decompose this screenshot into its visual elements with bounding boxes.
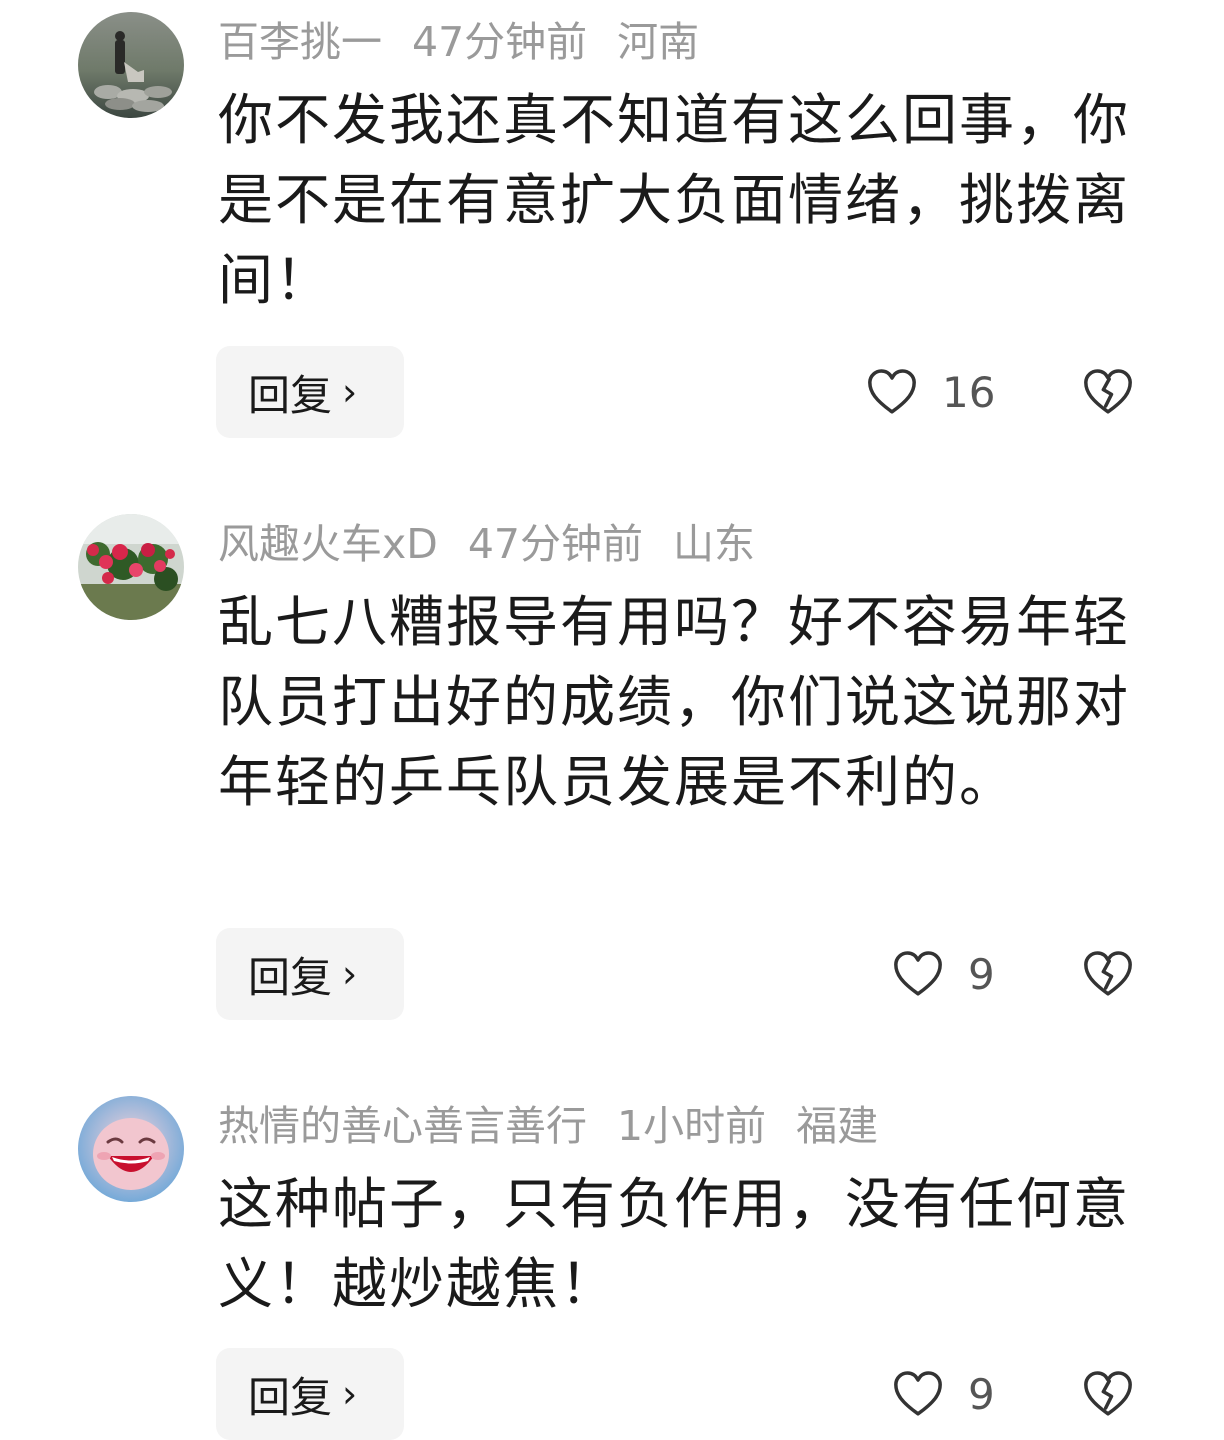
avatar[interactable] bbox=[78, 514, 184, 620]
like-button[interactable]: 9 bbox=[890, 1348, 995, 1440]
comment-item: 热情的善心善言善行 1小时前 福建 这种帖子，只有负作用，没有任何意义！越炒越焦！ … bbox=[0, 1084, 1224, 1440]
comment-item: 百李挑一 47分钟前 河南 你不发我还真不知道有这么回事，你是不是在有意扩大负面情绪… bbox=[0, 0, 1224, 460]
heart-outline-icon bbox=[868, 369, 916, 414]
comment-text: 这种帖子，只有负作用，没有任何意义！越炒越焦！ bbox=[218, 1172, 1131, 1316]
avatar-flowers-photo bbox=[78, 514, 184, 620]
reply-button[interactable]: 回复 › bbox=[216, 1348, 404, 1440]
dislike-button[interactable] bbox=[1080, 346, 1138, 438]
reply-label: 回复 bbox=[248, 952, 333, 1002]
like-count: 16 bbox=[942, 367, 996, 417]
username[interactable]: 热情的善心善言善行 bbox=[218, 1102, 587, 1150]
dislike-button[interactable] bbox=[1080, 928, 1138, 1020]
username[interactable]: 百李挑一 bbox=[218, 18, 382, 66]
comment-text: 乱七八糟报导有用吗？好不容易年轻队员打出好的成绩，你们说这说那对年轻的乒乓队员发… bbox=[218, 590, 1131, 814]
comment-text: 你不发我还真不知道有这么回事，你是不是在有意扩大负面情绪，挑拨离间！ bbox=[218, 88, 1131, 312]
avatar-laughing-face bbox=[78, 1096, 184, 1202]
like-count: 9 bbox=[968, 1369, 995, 1419]
like-count: 9 bbox=[968, 949, 995, 999]
location: 福建 bbox=[796, 1102, 879, 1150]
reply-label: 回复 bbox=[248, 1372, 333, 1422]
broken-heart-icon bbox=[1084, 1371, 1132, 1416]
like-button[interactable]: 9 bbox=[890, 928, 995, 1020]
chevron-right-icon: › bbox=[342, 370, 358, 414]
comment-meta: 热情的善心善言善行 1小时前 福建 bbox=[218, 1098, 908, 1154]
timestamp: 47分钟前 bbox=[467, 520, 644, 568]
avatar[interactable] bbox=[78, 1096, 184, 1202]
reply-button[interactable]: 回复 › bbox=[216, 928, 404, 1020]
comment-item: 风趣火车xD 47分钟前 山东 乱七八糟报导有用吗？好不容易年轻队员打出好的成绩，你… bbox=[0, 502, 1224, 1062]
broken-heart-icon bbox=[1084, 369, 1132, 414]
chevron-right-icon: › bbox=[342, 1372, 358, 1416]
timestamp: 1小时前 bbox=[617, 1102, 767, 1150]
heart-outline-icon bbox=[894, 951, 942, 996]
reply-button[interactable]: 回复 › bbox=[216, 346, 404, 438]
location: 河南 bbox=[617, 18, 700, 66]
avatar[interactable] bbox=[78, 12, 184, 118]
timestamp: 47分钟前 bbox=[412, 18, 588, 66]
broken-heart-icon bbox=[1084, 951, 1132, 996]
comment-meta: 风趣火车xD 47分钟前 山东 bbox=[218, 516, 785, 572]
dislike-button[interactable] bbox=[1080, 1348, 1138, 1440]
chevron-right-icon: › bbox=[342, 952, 358, 996]
avatar-shepherd-photo bbox=[78, 12, 184, 118]
location: 山东 bbox=[673, 520, 756, 568]
reply-label: 回复 bbox=[248, 370, 333, 420]
comment-meta: 百李挑一 47分钟前 河南 bbox=[218, 14, 729, 70]
username[interactable]: 风趣火车xD bbox=[218, 520, 438, 568]
heart-outline-icon bbox=[894, 1371, 942, 1416]
like-button[interactable]: 16 bbox=[864, 346, 995, 438]
